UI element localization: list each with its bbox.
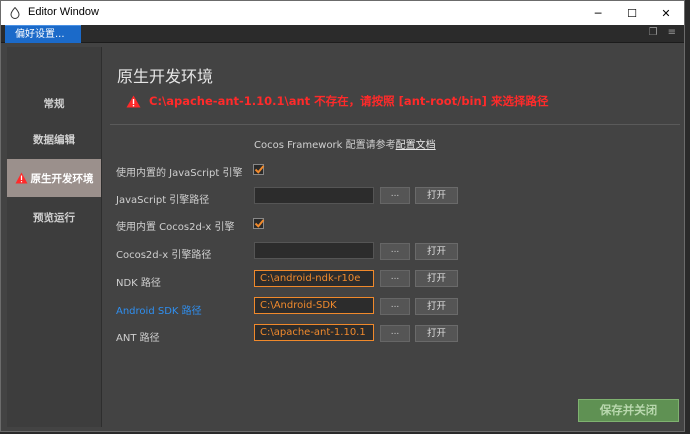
js-path-browse-button[interactable]: ...	[380, 187, 410, 204]
divider	[110, 124, 680, 125]
cocos-path-browse-button[interactable]: ...	[380, 243, 410, 260]
sidebar-item-label: 常规	[43, 97, 65, 110]
check-icon	[254, 165, 265, 174]
window-title: Editor Window	[28, 6, 99, 18]
ant-path-label: ANT 路径	[116, 333, 160, 344]
tab-bar: 偏好设置... ❐ ≡	[1, 25, 684, 43]
sidebar-item-general[interactable]: 常规	[7, 84, 101, 122]
tab-preferences[interactable]: 偏好设置...	[5, 25, 81, 43]
ant-path-browse-button[interactable]: ...	[380, 325, 410, 342]
ant-path-open-button[interactable]: 打开	[415, 325, 458, 342]
sidebar-item-native-env[interactable]: 原生开发环境	[7, 159, 101, 197]
minimize-icon: ─	[594, 6, 602, 20]
ndk-path-input[interactable]: C:\android-ndk-r10e	[254, 270, 374, 287]
sidebar: 常规 数据编辑 原生开发环境 预览运行	[7, 47, 102, 427]
js-path-open-button[interactable]: 打开	[415, 187, 458, 204]
close-button[interactable]: ✕	[649, 1, 683, 25]
save-and-close-button[interactable]: 保存并关闭	[578, 399, 679, 422]
framework-note-text: Cocos Framework 配置请参考	[254, 140, 396, 151]
warning-message: C:\apache-ant-1.10.1\ant 不存在，请按照 [ant-ro…	[126, 93, 548, 109]
cocos-path-input[interactable]	[254, 242, 374, 259]
use-builtin-js-label: 使用内置的 JavaScript 引擎	[116, 168, 243, 179]
ndk-path-open-button[interactable]: 打开	[415, 270, 458, 287]
use-builtin-cocos-label: 使用内置 Cocos2d-x 引擎	[116, 222, 235, 233]
minimize-button[interactable]: ─	[581, 1, 615, 25]
warning-icon	[126, 95, 141, 107]
js-path-label: JavaScript 引擎路径	[116, 195, 210, 206]
framework-note: Cocos Framework 配置请参考配置文档	[254, 136, 436, 151]
config-doc-link[interactable]: 配置文档	[396, 140, 436, 151]
tab-tools: ❐ ≡	[649, 27, 676, 38]
ant-path-input[interactable]: C:\apache-ant-1.10.1	[254, 324, 374, 341]
use-builtin-cocos-checkbox[interactable]	[253, 218, 265, 229]
cocos-path-label: Cocos2d-x 引擎路径	[116, 250, 212, 261]
cocos-path-open-button[interactable]: 打开	[415, 243, 458, 260]
check-icon	[254, 219, 265, 228]
sidebar-item-preview-run[interactable]: 预览运行	[7, 198, 101, 236]
page-title: 原生开发环境	[117, 67, 214, 86]
title-bar: Editor Window ─ ☐ ✕	[1, 1, 684, 25]
maximize-button[interactable]: ☐	[615, 1, 649, 25]
js-path-input[interactable]	[254, 187, 374, 204]
sidebar-item-data-editing[interactable]: 数据编辑	[7, 120, 101, 158]
android-sdk-path-input[interactable]: C:\Android-SDK	[254, 297, 374, 314]
ndk-path-label: NDK 路径	[116, 278, 161, 289]
android-sdk-path-open-button[interactable]: 打开	[415, 298, 458, 315]
editor-window: Editor Window ─ ☐ ✕ 偏好设置... ❐ ≡ 常规 数据编辑 …	[0, 0, 685, 432]
sidebar-item-label: 数据编辑	[33, 133, 75, 146]
sidebar-item-label: 预览运行	[33, 211, 75, 224]
ndk-path-browse-button[interactable]: ...	[380, 270, 410, 287]
menu-icon[interactable]: ≡	[668, 27, 676, 38]
warning-icon	[15, 172, 27, 184]
warning-text: C:\apache-ant-1.10.1\ant 不存在，请按照 [ant-ro…	[149, 94, 549, 108]
android-sdk-path-label[interactable]: Android SDK 路径	[116, 302, 202, 317]
sidebar-item-label: 原生开发环境	[30, 172, 94, 185]
android-sdk-path-browse-button[interactable]: ...	[380, 298, 410, 315]
close-icon: ✕	[661, 6, 671, 20]
maximize-icon: ☐	[627, 6, 637, 20]
main-panel: 原生开发环境 C:\apache-ant-1.10.1\ant 不存在，请按照 …	[102, 47, 682, 427]
popout-icon[interactable]: ❐	[649, 27, 658, 38]
use-builtin-js-checkbox[interactable]	[253, 164, 265, 175]
cocos-app-icon	[10, 7, 20, 19]
